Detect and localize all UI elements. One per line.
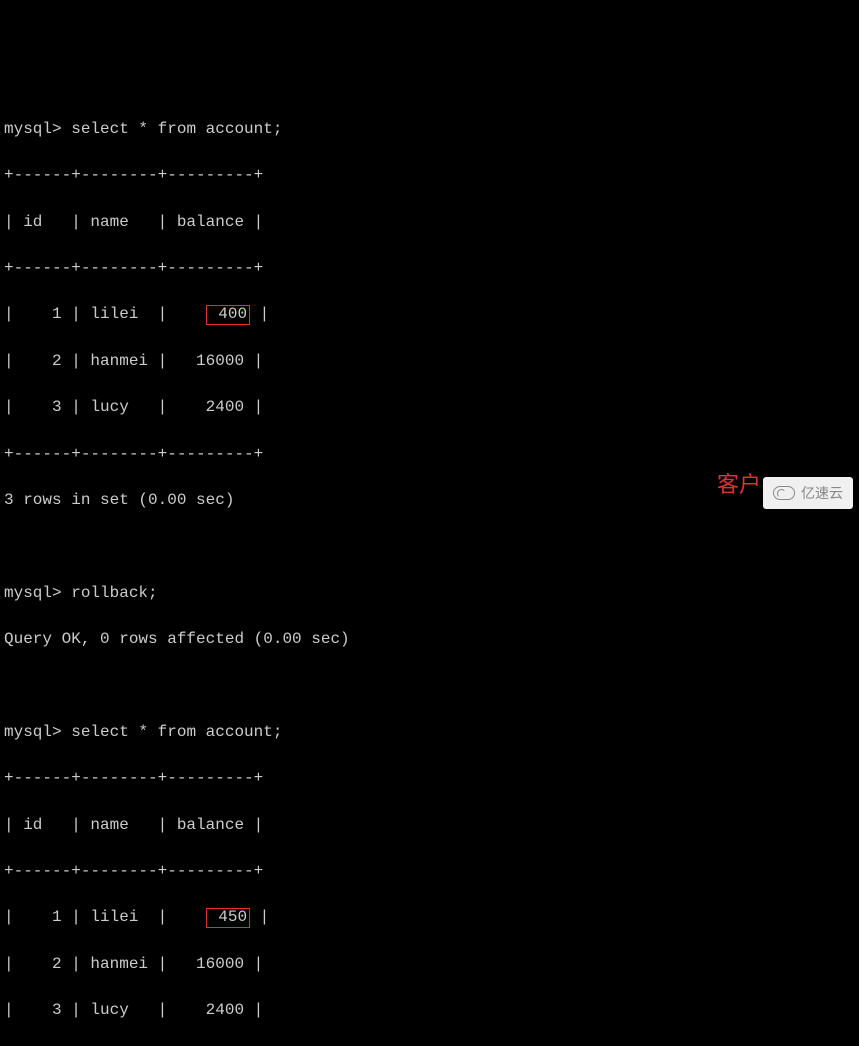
table-separator: +------+--------+---------+	[4, 164, 855, 187]
terminal-output: mysql> select * from account; +------+--…	[0, 93, 859, 1046]
row-cells-post: |	[250, 305, 269, 323]
highlighted-balance: 450	[206, 908, 250, 928]
blank-line	[4, 674, 855, 697]
watermark-text: 亿速云	[801, 483, 843, 503]
row-cells-post: |	[250, 908, 269, 926]
table-header: | id | name | balance |	[4, 814, 855, 837]
sql-command: select * from account;	[71, 723, 282, 741]
table-row: | 2 | hanmei | 16000 |	[4, 953, 855, 976]
blank-line	[4, 535, 855, 558]
table-separator: +------+--------+---------+	[4, 860, 855, 883]
cloud-icon	[773, 486, 795, 500]
mysql-prompt: mysql>	[4, 723, 62, 741]
prompt-line-1: mysql> select * from account;	[4, 118, 855, 141]
table-row: | 2 | hanmei | 16000 |	[4, 350, 855, 373]
mysql-prompt: mysql>	[4, 584, 62, 602]
query-ok: Query OK, 0 rows affected (0.00 sec)	[4, 628, 855, 651]
table-header: | id | name | balance |	[4, 211, 855, 234]
prompt-line-3: mysql> select * from account;	[4, 721, 855, 744]
table-row: | 1 | lilei | 400 |	[4, 303, 855, 326]
table-row: | 3 | lucy | 2400 |	[4, 396, 855, 419]
watermark: 亿速云	[763, 477, 853, 509]
table-separator: +------+--------+---------+	[4, 443, 855, 466]
client-label: 客户	[717, 469, 761, 501]
sql-command: select * from account;	[71, 120, 282, 138]
sql-command: rollback;	[71, 584, 157, 602]
table-separator: +------+--------+---------+	[4, 1045, 855, 1046]
row-cells-pre: | 1 | lilei |	[4, 908, 206, 926]
table-row: | 1 | lilei | 450 |	[4, 906, 855, 929]
highlighted-balance: 400	[206, 305, 250, 325]
table-separator: +------+--------+---------+	[4, 767, 855, 790]
prompt-line-2: mysql> rollback;	[4, 582, 855, 605]
row-cells-pre: | 1 | lilei |	[4, 305, 206, 323]
table-separator: +------+--------+---------+	[4, 257, 855, 280]
table-row: | 3 | lucy | 2400 |	[4, 999, 855, 1022]
mysql-prompt: mysql>	[4, 120, 62, 138]
